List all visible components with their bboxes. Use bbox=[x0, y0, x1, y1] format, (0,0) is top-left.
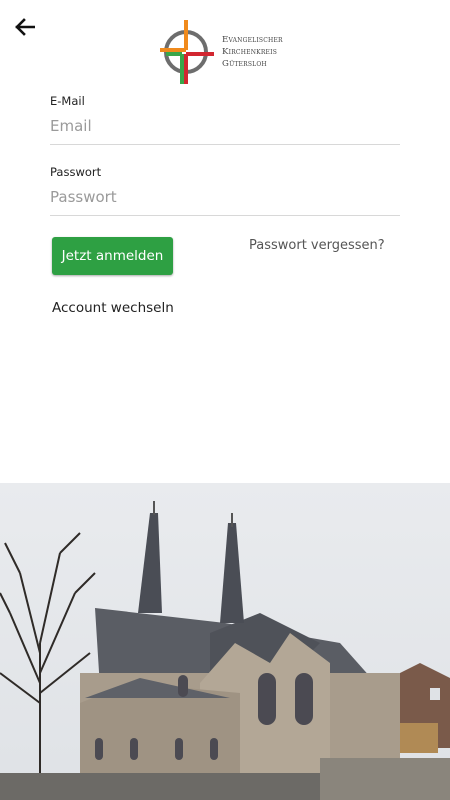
logo-line-2: Kirchenkreis bbox=[222, 47, 278, 57]
email-label: E-Mail bbox=[50, 94, 85, 108]
logo-text: Evangelischer Kirchenkreis Gütersloh bbox=[222, 34, 283, 70]
logo: Evangelischer Kirchenkreis Gütersloh bbox=[156, 18, 283, 86]
login-button[interactable]: Jetzt anmelden bbox=[52, 237, 173, 275]
switch-account-link[interactable]: Account wechseln bbox=[52, 300, 174, 316]
email-input[interactable] bbox=[50, 114, 400, 138]
email-underline bbox=[50, 144, 400, 145]
back-button[interactable] bbox=[12, 14, 38, 40]
cross-logo-icon bbox=[160, 20, 214, 84]
logo-line-3: Gütersloh bbox=[222, 59, 267, 69]
password-label: Passwort bbox=[50, 165, 102, 179]
password-underline bbox=[50, 215, 400, 216]
password-input[interactable] bbox=[50, 185, 400, 209]
logo-line-1: Evangelischer bbox=[222, 35, 283, 45]
forgot-password-link[interactable]: Passwort vergessen? bbox=[249, 238, 385, 253]
email-field: E-Mail bbox=[50, 94, 400, 145]
password-field: Passwort bbox=[50, 165, 400, 216]
church-photo bbox=[0, 483, 450, 800]
arrow-left-icon bbox=[15, 18, 35, 36]
